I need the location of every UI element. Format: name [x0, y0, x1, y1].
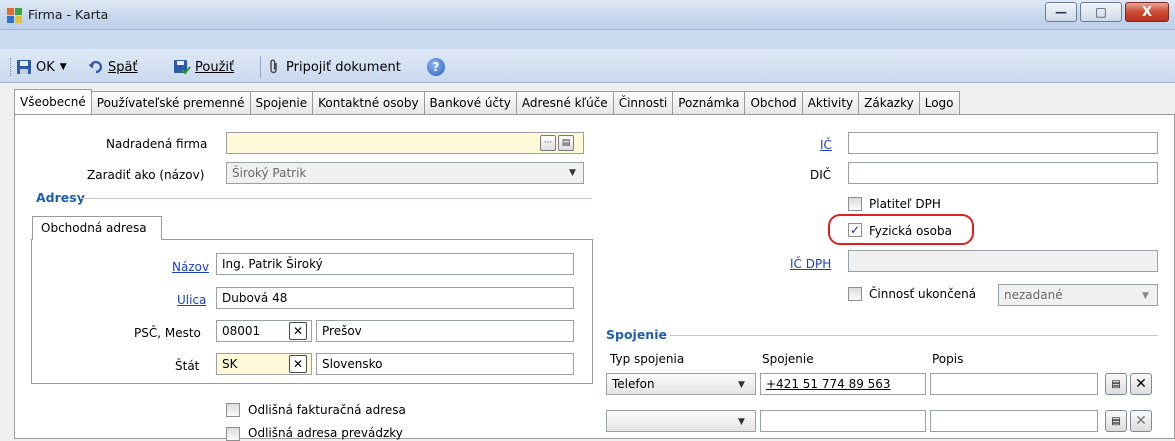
edit-contact-icon[interactable]: ▤: [1105, 373, 1127, 395]
apply-button[interactable]: Použiť: [173, 57, 234, 77]
section-divider: [80, 198, 592, 199]
different-billing-checkbox[interactable]: [226, 403, 240, 417]
save-icon: [17, 60, 31, 74]
type-header: Typ spojenia: [610, 352, 685, 366]
description-header: Popis: [932, 352, 964, 366]
country-label: Štát: [175, 359, 200, 373]
tab-0[interactable]: Všeobecné: [14, 89, 92, 115]
chevron-down-icon: ▼: [569, 168, 576, 178]
street-link[interactable]: Ulica: [177, 293, 206, 307]
tab-6[interactable]: Činnosti: [613, 91, 674, 115]
ellipsis-button[interactable]: ···: [540, 135, 556, 151]
highlight-annotation: [828, 214, 974, 245]
maximize-button[interactable]: □: [1080, 2, 1122, 22]
tab-8[interactable]: Obchod: [745, 91, 803, 115]
tab-joint: [33, 238, 161, 240]
contact-value-input[interactable]: [760, 410, 926, 432]
tab-7[interactable]: Poznámka: [673, 91, 746, 115]
zip-city-label: PSČ, Mesto: [134, 326, 201, 340]
name-input[interactable]: Ing. Patrik Široký: [216, 253, 574, 275]
tab-11[interactable]: Logo: [919, 91, 960, 115]
title-bar: [0, 0, 1175, 30]
different-operation-label: Odlišná adresa prevádzky: [248, 426, 403, 440]
contact-value-input[interactable]: +421 51 774 89 563: [760, 373, 926, 395]
clear-zip-icon[interactable]: ✕: [289, 322, 307, 340]
save-apply-icon: [174, 60, 191, 75]
vat-payer-label: Platiteľ DPH: [869, 197, 941, 211]
ico-input[interactable]: [848, 132, 1158, 154]
close-button[interactable]: X: [1125, 2, 1169, 22]
ic-dph-input[interactable]: [848, 250, 1158, 272]
toolbar-strip: [0, 30, 1175, 50]
toolbar-separator: [260, 56, 261, 78]
dic-input[interactable]: [848, 162, 1158, 184]
ico-link[interactable]: IČ: [820, 138, 832, 152]
help-icon[interactable]: ?: [427, 58, 445, 76]
tab-1[interactable]: Používateľské premenné: [91, 91, 251, 115]
contact-type-select[interactable]: [606, 410, 756, 432]
chevron-down-icon: ▼: [1142, 291, 1149, 301]
vat-payer-checkbox[interactable]: [848, 197, 862, 211]
app-icon: [7, 8, 22, 23]
parent-company-label: Nadradená firma: [106, 137, 208, 151]
activity-ended-select[interactable]: nezadané: [998, 284, 1158, 306]
window-title: Firma - Karta: [28, 7, 109, 22]
minimize-button[interactable]: —: [1045, 2, 1077, 22]
tab-3[interactable]: Kontaktné osoby: [313, 91, 425, 115]
back-button[interactable]: Späť: [88, 57, 138, 77]
addresses-section-title: Adresy: [36, 190, 85, 205]
chevron-down-icon: ▼: [738, 380, 745, 390]
attach-document-button[interactable]: Pripojiť dokument: [267, 57, 401, 77]
contact-description-input[interactable]: [930, 373, 1098, 395]
ic-dph-link[interactable]: IČ DPH: [790, 257, 831, 271]
ok-dropdown-icon: ▼: [59, 62, 67, 72]
name-link[interactable]: Názov: [172, 260, 209, 274]
edit-contact-icon[interactable]: ▤: [1105, 410, 1127, 432]
activity-ended-checkbox[interactable]: [848, 287, 862, 301]
delete-contact-icon[interactable]: ✕: [1130, 410, 1152, 432]
city-input[interactable]: Prešov: [316, 320, 574, 342]
undo-icon: [88, 60, 102, 74]
classify-as-select[interactable]: Široký Patrik: [226, 162, 584, 184]
tab-business-address[interactable]: Obchodná adresa: [32, 216, 162, 240]
paperclip-icon: [270, 59, 277, 74]
street-input[interactable]: Dubová 48: [216, 287, 574, 309]
contact-section-title: Spojenie: [606, 327, 667, 342]
toolbar-grip: [10, 58, 13, 76]
tab-9[interactable]: Aktivity: [802, 91, 860, 115]
tab-5[interactable]: Adresné kľúče: [516, 91, 614, 115]
browse-list-icon[interactable]: ▤: [558, 135, 574, 151]
tab-4[interactable]: Bankové účty: [424, 91, 517, 115]
contact-description-input[interactable]: [930, 410, 1098, 432]
main-tabs: Všeobecné Používateľské premenné Spojenie K…: [14, 89, 960, 115]
country-name-input[interactable]: Slovensko: [316, 353, 574, 375]
activity-ended-label: Činnosť ukončená: [869, 287, 977, 301]
tab-10[interactable]: Zákazky: [859, 91, 920, 115]
different-billing-label: Odlišná fakturačná adresa: [248, 403, 406, 417]
tab-2[interactable]: Spojenie: [250, 91, 314, 115]
contact-header: Spojenie: [762, 352, 814, 366]
chevron-down-icon: ▼: [738, 417, 745, 427]
parent-company-input[interactable]: [226, 132, 584, 154]
ok-button[interactable]: OK ▼: [16, 57, 67, 77]
contact-type-select[interactable]: Telefon: [606, 373, 756, 395]
delete-contact-icon[interactable]: ✕: [1130, 373, 1152, 395]
section-divider: [670, 335, 1158, 336]
dic-label: DIČ: [810, 168, 832, 182]
classify-as-label: Zaradiť ako (názov): [87, 168, 205, 182]
clear-country-icon[interactable]: ✕: [289, 355, 307, 373]
